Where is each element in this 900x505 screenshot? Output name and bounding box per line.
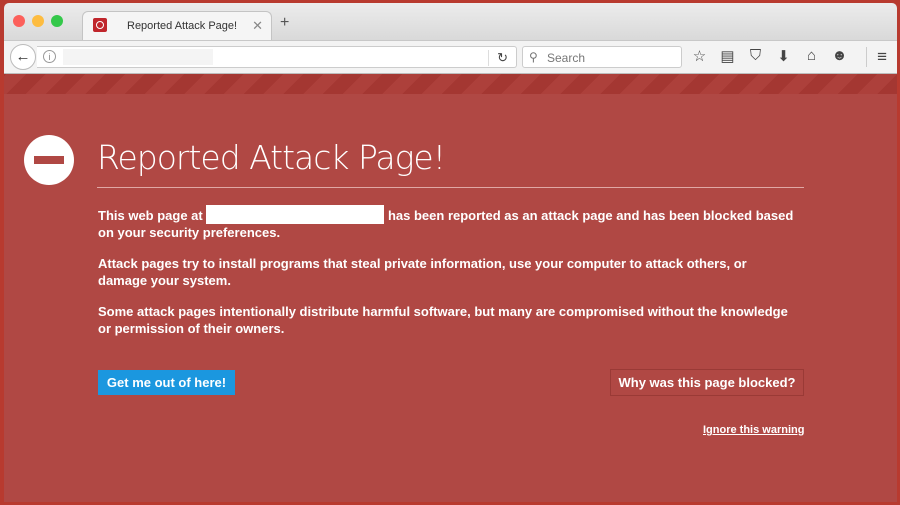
reading-list-icon[interactable]: ▤ bbox=[718, 47, 737, 65]
close-window-button[interactable] bbox=[13, 15, 25, 27]
new-tab-button[interactable]: + bbox=[280, 14, 289, 32]
get-me-out-button[interactable]: Get me out of here! bbox=[98, 370, 235, 395]
compromised-paragraph: Some attack pages intentionally distribu… bbox=[98, 304, 788, 336]
bookmark-star-icon[interactable]: ☆ bbox=[690, 47, 709, 65]
why-blocked-button[interactable]: Why was this page blocked? bbox=[610, 369, 804, 396]
tab-reported-attack-page[interactable]: Reported Attack Page! ✕ bbox=[82, 11, 272, 41]
tab-close-icon[interactable]: ✕ bbox=[252, 18, 263, 34]
hello-chat-icon[interactable]: ☻ bbox=[830, 47, 849, 65]
ignore-warning-link[interactable]: Ignore this warning bbox=[703, 424, 804, 436]
blocked-favicon-icon bbox=[93, 18, 107, 32]
url-text[interactable] bbox=[63, 49, 213, 65]
redacted-url bbox=[206, 205, 385, 224]
stop-sign-icon bbox=[24, 135, 74, 185]
info-icon[interactable]: i bbox=[43, 50, 56, 63]
browser-window: Reported Attack Page! ✕ + ← i ↻ ⚲ Search… bbox=[4, 3, 897, 502]
tab-title: Reported Attack Page! bbox=[127, 20, 238, 32]
url-bar[interactable]: i ↻ bbox=[37, 46, 517, 68]
reload-icon[interactable]: ↻ bbox=[488, 50, 508, 66]
pocket-icon[interactable]: ⛉ bbox=[746, 47, 765, 65]
search-icon: ⚲ bbox=[529, 50, 538, 64]
divider bbox=[97, 187, 804, 188]
minimize-window-button[interactable] bbox=[32, 15, 44, 27]
maximize-window-button[interactable] bbox=[51, 15, 63, 27]
search-input[interactable]: ⚲ Search bbox=[522, 46, 682, 68]
home-icon[interactable]: ⌂ bbox=[802, 47, 821, 65]
nav-bar: ← i ↻ ⚲ Search ☆ ▤ ⛉ ⬇ ⌂ ☻ ≡ bbox=[4, 40, 897, 74]
download-icon[interactable]: ⬇ bbox=[774, 47, 793, 65]
attack-explanation-paragraph: Attack pages try to install programs tha… bbox=[98, 256, 747, 288]
page-title: Reported Attack Page! bbox=[97, 138, 446, 177]
hamburger-menu-icon[interactable]: ≡ bbox=[866, 47, 887, 67]
striped-banner bbox=[4, 74, 897, 94]
search-placeholder: Search bbox=[547, 51, 586, 65]
p1-start: This web page at bbox=[98, 208, 207, 223]
title-bar: Reported Attack Page! ✕ + bbox=[4, 3, 897, 41]
back-button[interactable]: ← bbox=[10, 44, 36, 70]
description-paragraph: This web page at has been reported as an… bbox=[98, 205, 798, 241]
